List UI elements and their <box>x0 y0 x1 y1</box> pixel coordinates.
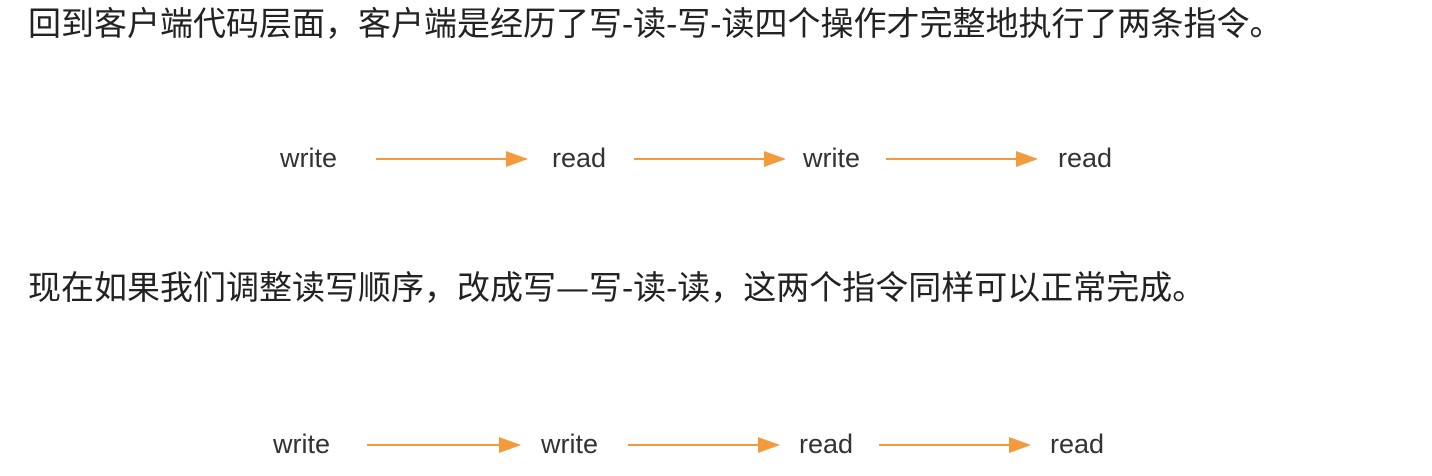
flow-2-step-2: write <box>541 429 599 459</box>
flow-diagram-2: write write read read <box>0 424 1432 464</box>
arrow-right-icon <box>628 437 780 453</box>
flow-1-step-1: write <box>280 143 338 173</box>
arrow-right-icon <box>634 151 786 167</box>
arrow-right-icon <box>376 151 528 167</box>
flow-2-step-4: read <box>1050 429 1105 459</box>
arrow-right-icon <box>367 437 521 453</box>
flow-diagram-1: write read write read <box>0 138 1432 178</box>
flow-1-step-3: write <box>803 143 861 173</box>
flow-1-step-2: read <box>552 143 607 173</box>
paragraph-2: 现在如果我们调整读写顺序，改成写—写-读-读，这两个指令同样可以正常完成。 <box>28 268 1206 307</box>
flow-1-step-4: read <box>1058 143 1113 173</box>
arrow-right-icon <box>886 151 1038 167</box>
flow-2-step-1: write <box>273 429 331 459</box>
paragraph-1: 回到客户端代码层面，客户端是经历了写-读-写-读四个操作才完整地执行了两条指令。 <box>28 4 1283 43</box>
arrow-right-icon <box>879 437 1031 453</box>
flow-2-step-3: read <box>799 429 854 459</box>
